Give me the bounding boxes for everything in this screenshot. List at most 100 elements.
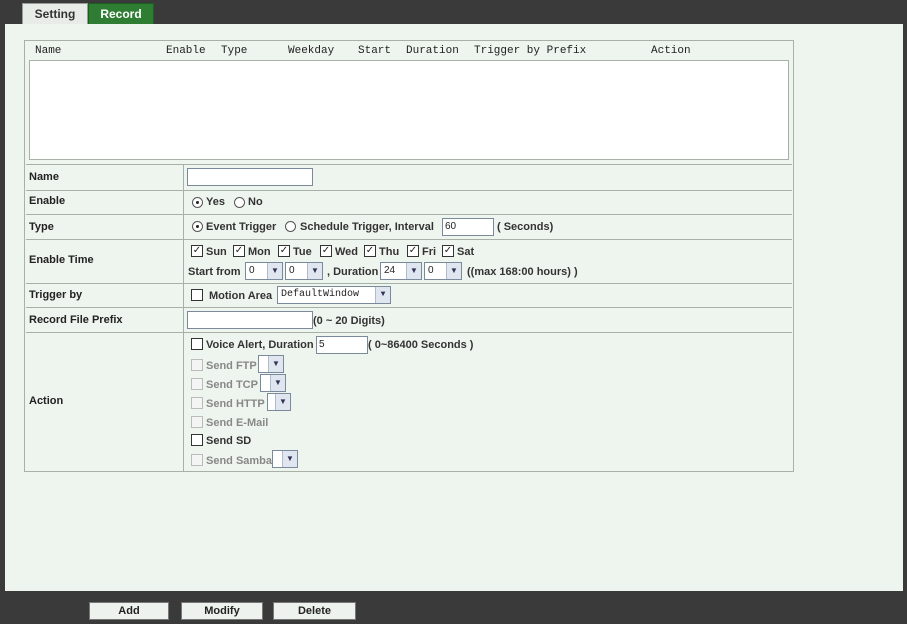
start-min-select[interactable]: 0 ▼ bbox=[285, 262, 323, 280]
start-hour-select[interactable]: 0 ▼ bbox=[245, 262, 283, 280]
day-tue-checkbox[interactable]: ✓ bbox=[278, 245, 290, 257]
motion-window-select[interactable]: DefaultWindow ▼ bbox=[277, 286, 391, 304]
row-divider bbox=[183, 165, 184, 190]
day-fri-label: Fri bbox=[422, 246, 437, 258]
type-label: Type bbox=[29, 221, 54, 233]
day-fri-checkbox[interactable]: ✓ bbox=[407, 245, 419, 257]
prefix-label: Record File Prefix bbox=[29, 314, 123, 326]
send-tcp-checkbox[interactable] bbox=[191, 378, 203, 390]
day-sat-checkbox[interactable]: ✓ bbox=[442, 245, 454, 257]
col-duration: Duration bbox=[406, 45, 459, 57]
motion-area-checkbox[interactable] bbox=[191, 289, 203, 301]
send-http-label: Send HTTP bbox=[206, 398, 265, 410]
day-wed-checkbox[interactable]: ✓ bbox=[320, 245, 332, 257]
tab-setting[interactable]: Setting bbox=[22, 3, 88, 24]
interval-input[interactable]: 60 bbox=[442, 218, 494, 236]
row-divider bbox=[183, 284, 184, 307]
row-name: Name bbox=[26, 164, 792, 190]
row-divider bbox=[183, 191, 184, 214]
day-mon-label: Mon bbox=[248, 246, 271, 258]
add-button[interactable]: Add bbox=[89, 602, 169, 620]
day-tue-label: Tue bbox=[293, 246, 312, 258]
enable-label: Enable bbox=[29, 195, 66, 207]
day-wed-label: Wed bbox=[335, 246, 359, 258]
send-tcp-label: Send TCP bbox=[206, 379, 258, 391]
chevron-down-icon: ▼ bbox=[375, 287, 390, 303]
schedule-trigger-radio[interactable] bbox=[285, 221, 296, 232]
prefix-input[interactable] bbox=[187, 311, 313, 329]
send-email-checkbox[interactable] bbox=[191, 416, 203, 428]
send-ftp-label: Send FTP bbox=[206, 360, 257, 372]
duration-hour-value: 24 bbox=[384, 265, 396, 276]
chevron-down-icon: ▼ bbox=[446, 263, 461, 279]
event-trigger-label: Event Trigger bbox=[206, 221, 277, 233]
enable-yes-label: Yes bbox=[206, 196, 225, 208]
chevron-down-icon: ▼ bbox=[268, 356, 283, 372]
col-name: Name bbox=[35, 45, 62, 57]
row-divider bbox=[183, 240, 184, 283]
day-thu-checkbox[interactable]: ✓ bbox=[364, 245, 376, 257]
voice-alert-label: Voice Alert, Duration bbox=[206, 339, 314, 351]
name-label: Name bbox=[29, 171, 59, 183]
col-type: Type bbox=[221, 45, 248, 57]
enable-no-label: No bbox=[248, 196, 263, 208]
row-prefix: Record File Prefix (0 ~ 20 Digits) bbox=[26, 307, 792, 332]
duration-min-select[interactable]: 0 ▼ bbox=[424, 262, 462, 280]
chevron-down-icon: ▼ bbox=[282, 451, 297, 467]
row-type: Type Event Trigger Schedule Trigger, Int… bbox=[26, 214, 792, 239]
send-samba-checkbox[interactable] bbox=[191, 454, 203, 466]
modify-button[interactable]: Modify bbox=[181, 602, 263, 620]
voice-duration-input[interactable]: 5 bbox=[316, 336, 368, 354]
prefix-note: (0 ~ 20 Digits) bbox=[313, 315, 385, 327]
col-enable: Enable bbox=[166, 45, 206, 57]
schedule-trigger-label: Schedule Trigger, Interval bbox=[300, 221, 434, 233]
row-trigger-by: Trigger by Motion Area DefaultWindow ▼ bbox=[26, 283, 792, 307]
record-list: Name Enable Type Weekday Start Duration … bbox=[29, 44, 789, 161]
col-start: Start bbox=[358, 45, 392, 57]
tab-bar: Setting Record bbox=[0, 0, 907, 24]
send-http-checkbox[interactable] bbox=[191, 397, 203, 409]
enable-time-label: Enable Time bbox=[29, 254, 94, 266]
duration-hour-select[interactable]: 24 ▼ bbox=[380, 262, 422, 280]
motion-area-label: Motion Area bbox=[209, 290, 273, 302]
row-divider bbox=[183, 308, 184, 332]
day-sun-label: Sun bbox=[206, 246, 227, 258]
enable-no-radio[interactable] bbox=[234, 197, 245, 208]
send-sd-label: Send SD bbox=[206, 435, 252, 447]
send-tcp-select[interactable]: ▼ bbox=[260, 374, 286, 392]
row-action: Action Voice Alert, Duration 5 ( 0~86400… bbox=[26, 332, 792, 471]
max-hours-note: ((max 168:00 hours) ) bbox=[467, 266, 578, 278]
day-sat-label: Sat bbox=[457, 246, 475, 258]
tab-record[interactable]: Record bbox=[88, 3, 154, 24]
name-input[interactable] bbox=[187, 168, 313, 186]
action-label: Action bbox=[29, 395, 64, 407]
record-list-header: Name Enable Type Weekday Start Duration … bbox=[29, 44, 789, 59]
enable-yes-radio[interactable] bbox=[192, 197, 203, 208]
interval-unit: ( Seconds) bbox=[497, 221, 554, 233]
row-divider bbox=[183, 333, 184, 471]
send-sd-checkbox[interactable] bbox=[191, 434, 203, 446]
col-weekday: Weekday bbox=[288, 45, 335, 57]
day-sun-checkbox[interactable]: ✓ bbox=[191, 245, 203, 257]
duration-label: , Duration bbox=[327, 266, 379, 278]
row-enable-time: Enable Time ✓ Sun ✓ Mon ✓ Tue ✓ Wed ✓ Th… bbox=[26, 239, 792, 283]
day-mon-checkbox[interactable]: ✓ bbox=[233, 245, 245, 257]
event-trigger-radio[interactable] bbox=[192, 221, 203, 232]
send-ftp-select[interactable]: ▼ bbox=[258, 355, 284, 373]
send-samba-label: Send Samba bbox=[206, 455, 273, 467]
delete-button[interactable]: Delete bbox=[273, 602, 356, 620]
trigger-by-label: Trigger by bbox=[29, 289, 83, 301]
send-email-label: Send E-Mail bbox=[206, 417, 269, 429]
start-hour-value: 0 bbox=[249, 265, 255, 276]
voice-duration-note: ( 0~86400 Seconds ) bbox=[368, 339, 474, 351]
col-trigger-prefix: Trigger by Prefix bbox=[474, 45, 587, 57]
col-action: Action bbox=[651, 45, 691, 57]
row-enable: Enable Yes No bbox=[26, 190, 792, 214]
send-http-select[interactable]: ▼ bbox=[267, 393, 291, 411]
send-ftp-checkbox[interactable] bbox=[191, 359, 203, 371]
voice-alert-checkbox[interactable] bbox=[191, 338, 203, 350]
send-samba-select[interactable]: ▼ bbox=[272, 450, 298, 468]
day-thu-label: Thu bbox=[379, 246, 400, 258]
record-list-body[interactable] bbox=[29, 60, 789, 160]
chevron-down-icon: ▼ bbox=[270, 375, 285, 391]
